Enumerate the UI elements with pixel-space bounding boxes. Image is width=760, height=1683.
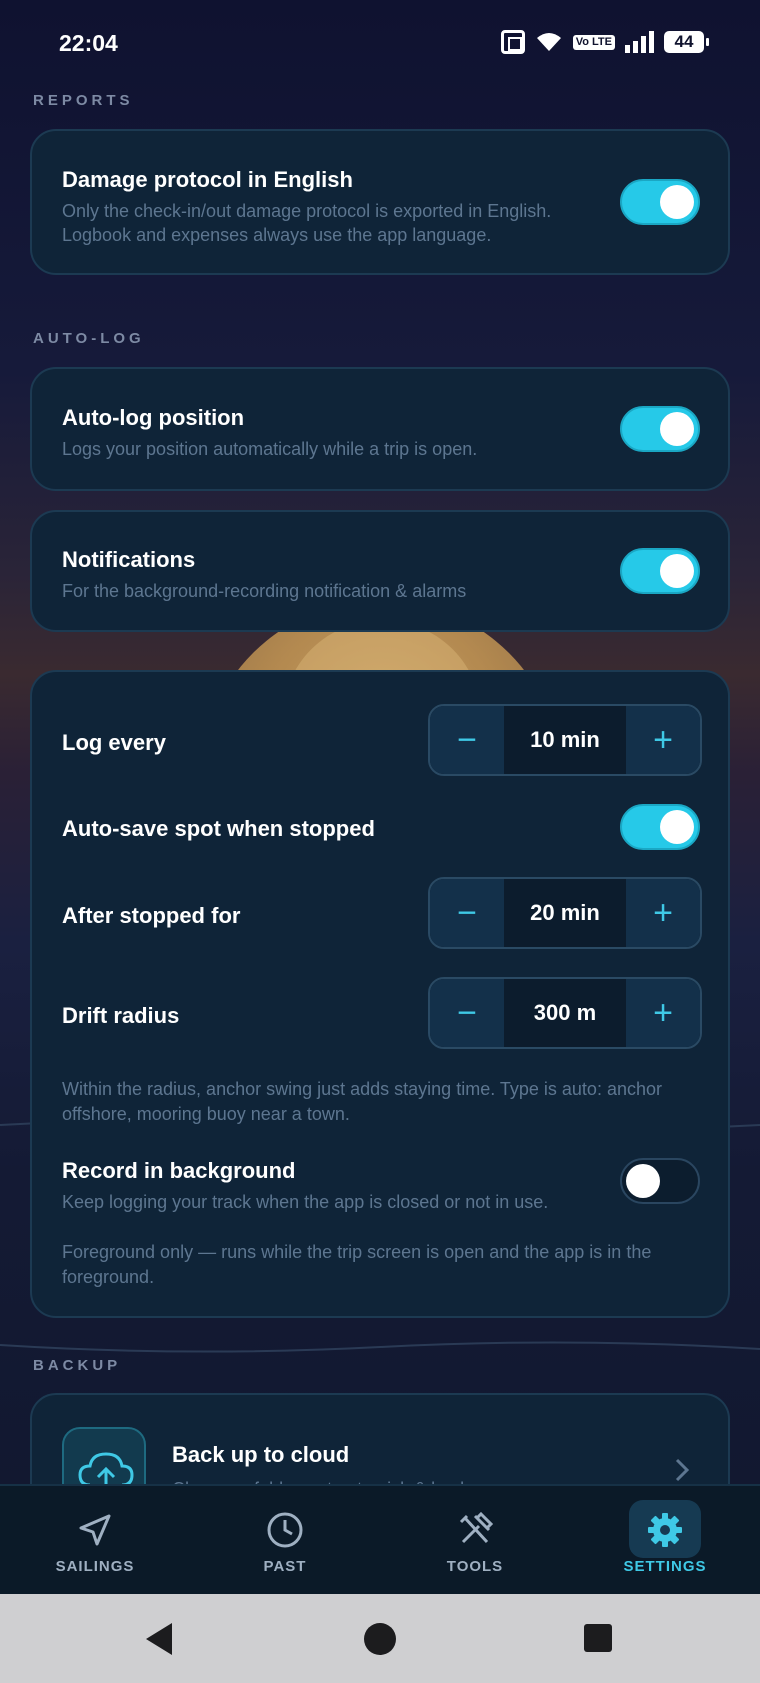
card-auto-log-settings: Log every − 10 min + Auto-save spot when… [30, 670, 730, 1318]
record-background-toggle[interactable] [620, 1158, 700, 1204]
home-icon[interactable] [362, 1621, 398, 1657]
backup-cloud-title: Back up to cloud [172, 1442, 350, 1467]
log-every-stepper: − 10 min + [428, 704, 702, 776]
drift-radius-value: 300 m [533, 1000, 597, 1025]
drift-note-2: offshore, mooring buoy near a town. [62, 1104, 350, 1124]
after-stopped-value: 20 min [530, 900, 600, 925]
nav-past[interactable]: PAST [210, 1486, 360, 1596]
nav-sailings-label: SAILINGS [55, 1558, 135, 1575]
nfc-icon [500, 30, 525, 54]
status-icons: Vo LTE 44 [500, 30, 709, 54]
nav-sailings[interactable]: SAILINGS [20, 1486, 170, 1596]
damage-protocol-toggle[interactable] [620, 179, 700, 225]
clock-icon [267, 1512, 303, 1548]
drift-radius-label: Drift radius [62, 1003, 180, 1028]
battery-icon: 44 [664, 31, 709, 53]
system-navigation-bar [0, 1594, 760, 1683]
auto-log-position-title: Auto-log position [62, 405, 245, 430]
auto-save-spot-toggle[interactable] [620, 804, 700, 850]
card-damage-protocol: Damage protocol in English Only the chec… [30, 129, 730, 275]
auto-log-position-toggle[interactable] [620, 406, 700, 452]
notifications-subtitle: For the background-recording notificatio… [62, 581, 467, 601]
after-stopped-minus-button[interactable]: − [430, 879, 504, 947]
section-label-reports: REPORTS [33, 92, 134, 109]
nav-settings-label: SETTINGS [623, 1558, 707, 1575]
section-label-backup: BACKUP [33, 1357, 122, 1374]
bottom-navigation: SAILINGS PAST TOOLS SETTINGS [0, 1484, 760, 1594]
card-auto-log-position: Auto-log position Logs your position aut… [30, 367, 730, 491]
damage-protocol-title: Damage protocol in English [62, 167, 353, 192]
after-stopped-label: After stopped for [62, 903, 241, 928]
log-every-plus-button[interactable]: + [626, 706, 700, 774]
foreground-note-2: foreground. [62, 1267, 155, 1287]
damage-protocol-subtitle-2: Logbook and expenses always use the app … [62, 225, 492, 245]
log-every-value: 10 min [530, 727, 600, 752]
drift-note-1: Within the radius, anchor swing just add… [62, 1079, 662, 1099]
drift-radius-plus-button[interactable]: + [626, 979, 700, 1047]
record-background-subtitle: Keep logging your track when the app is … [62, 1192, 549, 1212]
record-background-title: Record in background [62, 1158, 296, 1183]
nav-tools[interactable]: TOOLS [400, 1486, 550, 1596]
drift-radius-stepper: − 300 m + [428, 977, 702, 1049]
back-icon[interactable] [142, 1620, 178, 1658]
section-label-auto-log: AUTO-LOG [33, 330, 145, 347]
auto-save-spot-label: Auto-save spot when stopped [62, 816, 375, 841]
status-time: 22:04 [59, 30, 118, 56]
volte-icon: Vo LTE [572, 34, 615, 50]
tools-icon [459, 1511, 494, 1544]
notifications-title: Notifications [62, 547, 196, 572]
nav-settings[interactable]: SETTINGS [590, 1486, 740, 1596]
recents-icon[interactable] [582, 1622, 614, 1654]
notifications-toggle[interactable] [620, 548, 700, 594]
log-every-label: Log every [62, 730, 166, 755]
drift-radius-minus-button[interactable]: − [430, 979, 504, 1047]
auto-log-position-subtitle: Logs your position automatically while a… [62, 439, 478, 459]
after-stopped-stepper: − 20 min + [428, 877, 702, 949]
nav-tools-label: TOOLS [446, 1558, 504, 1575]
nav-past-label: PAST [263, 1558, 307, 1575]
wifi-icon [536, 33, 561, 51]
card-notifications: Notifications For the background-recordi… [30, 510, 730, 632]
gear-icon [648, 1513, 682, 1547]
signal-icon [625, 31, 654, 53]
damage-protocol-subtitle-1: Only the check-in/out damage protocol is… [62, 201, 552, 221]
status-bar: 22:04 Vo LTE 44 [0, 0, 760, 88]
foreground-note-1: Foreground only — runs while the trip sc… [62, 1242, 652, 1262]
after-stopped-plus-button[interactable]: + [626, 879, 700, 947]
log-every-minus-button[interactable]: − [430, 706, 504, 774]
chevron-right-icon [675, 1458, 690, 1482]
navigation-arrow-icon [79, 1514, 111, 1546]
